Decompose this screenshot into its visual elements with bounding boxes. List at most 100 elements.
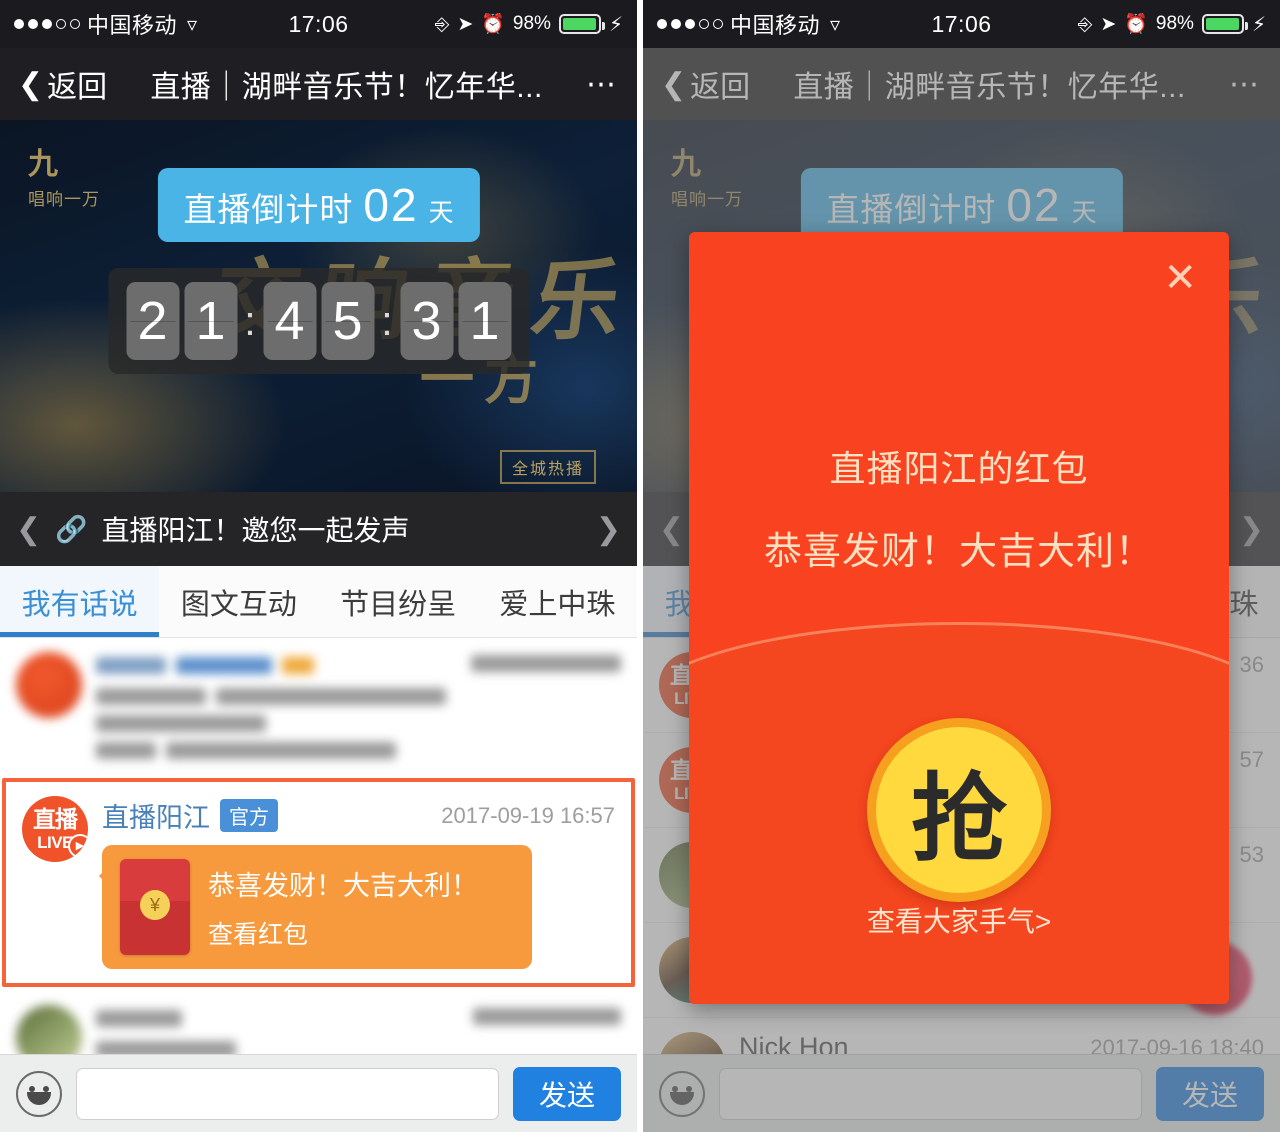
message-input[interactable]: [719, 1067, 1142, 1120]
dual-screenshot: 中国移动 ▿ 17:06 ⎆ ➤ ⏰ 98% ⚡ ❮ 返回 直播｜湖畔音乐节！忆…: [0, 0, 1280, 1132]
back-button[interactable]: ❮ 返回: [661, 62, 750, 106]
countdown-unit: 天: [1071, 199, 1097, 227]
message-text-redacted: [96, 688, 621, 732]
poster-logo-line2: 唱响一万: [671, 190, 743, 209]
tab-jie-mu-fen-cheng[interactable]: 节目纷呈: [319, 566, 478, 637]
chevron-right-icon[interactable]: ❯: [596, 512, 621, 547]
username-redacted: [96, 656, 166, 674]
chevron-left-icon[interactable]: ❮: [659, 512, 684, 547]
more-dots-icon[interactable]: ⋯: [586, 67, 619, 102]
poster-logo-big: 九: [671, 148, 702, 181]
status-bar-left: 中国移动 ▿: [14, 8, 197, 40]
message-header: [96, 652, 621, 678]
poster-logo: 九 唱响一万: [28, 142, 100, 213]
alarm-clock-icon: ⏰: [1124, 14, 1148, 35]
promo-link-bar[interactable]: ❮ 🔗 直播阳江！邀您一起发声 ❯: [0, 492, 637, 566]
wifi-icon: ▿: [187, 13, 198, 36]
chevron-left-icon: ❮: [18, 67, 44, 101]
carrier-label: 中国移动: [730, 13, 821, 38]
message-input[interactable]: [76, 1067, 499, 1120]
carrier-label: 中国移动: [87, 13, 178, 38]
page-title: 直播｜湖畔音乐节！忆年华...: [150, 71, 543, 104]
flip-digit: 5: [321, 282, 374, 360]
chevron-right-icon[interactable]: ❯: [1239, 512, 1264, 547]
hongbao-message-row[interactable]: 直播 LIVE ▶ 直播阳江 官方 2017-09-19 16:57 ¥ 恭喜发…: [2, 778, 635, 987]
badge-redacted: [282, 656, 314, 674]
countdown-label: 直播倒计时: [183, 191, 354, 228]
countdown-unit: 天: [428, 199, 454, 227]
signal-strength-icon: [657, 19, 723, 29]
chevron-left-icon: ❮: [661, 67, 687, 101]
location-arrow-icon: ➤: [1100, 13, 1117, 35]
battery-icon: [558, 14, 605, 34]
status-bar: 中国移动 ▿ 17:06 ⎆ ➤ ⏰ 98% ⚡: [643, 0, 1280, 48]
hongbao-modal: ✕ 直播阳江的红包 恭喜发财！大吉大利！ 抢 查看大家手气>: [689, 232, 1229, 1004]
flip-separator: :: [381, 297, 393, 345]
grab-hongbao-button[interactable]: 抢: [867, 718, 1051, 902]
coin-symbol: ¥: [140, 890, 170, 921]
status-bar-right: ⎆ ➤ ⏰ 98% ⚡: [435, 12, 623, 37]
smiley-face-icon[interactable]: [659, 1070, 705, 1117]
tab-wo-you-hua-shuo[interactable]: 我有话说: [0, 566, 160, 637]
timestamp-redacted: [471, 655, 621, 672]
message-text-redacted: [96, 742, 621, 759]
modal-subtitle: 恭喜发财！大吉大利！: [763, 531, 1154, 573]
hongbao-card-text: 恭喜发财！大吉大利！ 查看红包: [208, 864, 478, 951]
left-phone-screen: 中国移动 ▿ 17:06 ⎆ ➤ ⏰ 98% ⚡ ❮ 返回 直播｜湖畔音乐节！忆…: [0, 0, 640, 1132]
status-bar-left: 中国移动 ▿: [657, 8, 840, 40]
table-row[interactable]: [0, 638, 637, 774]
message-body: 直播阳江 官方 2017-09-19 16:57 ¥ 恭喜发财！大吉大利！ 查看…: [99, 796, 615, 969]
modal-title: 直播阳江的红包: [829, 448, 1089, 489]
flip-digit: 1: [458, 282, 511, 360]
live-video-poster[interactable]: 九 唱响一万 交响音乐会 一方 全城热播 直播倒计时 02 天 2 1 : 4 …: [0, 120, 637, 492]
location-arrow-icon: ➤: [457, 13, 474, 35]
countdown-flip-clock: 2 1 : 4 5 : 3 1: [108, 268, 529, 374]
hongbao-card-title: 恭喜发财！大吉大利！: [208, 870, 478, 901]
message-body: [96, 652, 621, 759]
back-label: 返回: [690, 71, 751, 104]
timestamp-redacted: [473, 1008, 621, 1025]
timestamp-partial: 57: [1239, 747, 1264, 772]
status-bar-right: ⎆ ➤ ⏰ 98% ⚡: [1078, 12, 1266, 37]
battery-percent-label: 98%: [1155, 13, 1194, 34]
message-composer: 发送: [643, 1054, 1280, 1132]
view-luck-link[interactable]: 查看大家手气>: [689, 900, 1229, 940]
badge-redacted: [176, 656, 272, 674]
username[interactable]: 直播阳江: [102, 796, 210, 835]
flip-digit: 1: [184, 282, 237, 360]
tab-tu-wen-hu-dong[interactable]: 图文互动: [159, 566, 318, 637]
avatar[interactable]: 直播 LIVE ▶: [22, 796, 88, 862]
poster-logo-big: 九: [28, 148, 59, 181]
lightning-bolt-icon: ⚡: [608, 13, 623, 36]
send-button[interactable]: 发送: [512, 1066, 621, 1121]
flip-separator: :: [244, 297, 256, 345]
hongbao-card[interactable]: ¥ 恭喜发财！大吉大利！ 查看红包: [99, 845, 532, 969]
signal-strength-icon: [14, 19, 80, 29]
avatar-live-label: 直播: [33, 805, 78, 832]
red-envelope-icon: ¥: [120, 859, 190, 955]
chevron-left-icon[interactable]: ❮: [16, 512, 41, 547]
countdown-badge: 直播倒计时 02 天: [800, 168, 1123, 242]
timestamp-partial: 53: [1239, 842, 1264, 867]
flip-digit: 2: [126, 282, 179, 360]
more-dots-icon[interactable]: ⋯: [1229, 67, 1262, 102]
hongbao-card-action[interactable]: 查看红包: [208, 915, 478, 951]
poster-tag: 全城热播: [500, 450, 597, 484]
message-composer: 发送: [0, 1054, 637, 1132]
close-x-icon[interactable]: ✕: [1163, 258, 1197, 298]
status-bar: 中国移动 ▿ 17:06 ⎆ ➤ ⏰ 98% ⚡: [0, 0, 637, 48]
alarm-clock-icon: ⏰: [481, 14, 505, 35]
rotation-lock-icon: ⎆: [434, 13, 450, 34]
countdown-days: 02: [1006, 179, 1062, 231]
timestamp: 2017-09-19 16:57: [441, 802, 615, 828]
page-title: 直播｜湖畔音乐节！忆年华...: [793, 71, 1186, 104]
poster-logo-line2: 唱响一万: [28, 190, 100, 209]
message-header: 直播阳江 官方 2017-09-19 16:57: [102, 796, 615, 835]
smiley-face-icon[interactable]: [16, 1070, 62, 1117]
avatar: [16, 652, 82, 718]
right-phone-screen: 中国移动 ▿ 17:06 ⎆ ➤ ⏰ 98% ⚡ ❮ 返回 直播｜湖畔音乐节！忆…: [640, 0, 1280, 1132]
timestamp-partial: 36: [1239, 652, 1264, 677]
send-button[interactable]: 发送: [1155, 1066, 1264, 1121]
tab-ai-shang-zhong-zhu[interactable]: 爱上中珠: [478, 566, 637, 637]
back-button[interactable]: ❮ 返回: [18, 62, 107, 106]
